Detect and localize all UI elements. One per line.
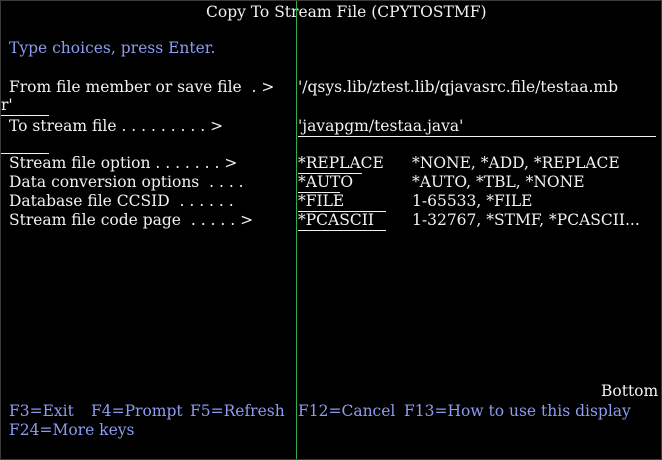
instruction-text: Type choices, press Enter. <box>9 39 216 57</box>
data-conversion-input[interactable]: *AUTO <box>298 173 353 193</box>
database-ccsid-choices: 1-65533, *FILE <box>412 192 533 210</box>
data-conversion-choices: *AUTO, *TBL, *NONE <box>412 173 585 191</box>
cursor-column-line <box>296 1 297 459</box>
fkey-f4-prompt[interactable]: F4=Prompt <box>91 402 183 421</box>
stream-file-option-input[interactable]: *REPLACE <box>298 154 384 174</box>
code-page-input[interactable]: *PCASCII <box>298 211 386 231</box>
from-file-underline <box>1 96 49 116</box>
field-label-code-page: Stream file code page . . . . . > <box>9 211 254 229</box>
fkey-f12-cancel[interactable]: F12=Cancel <box>298 402 395 421</box>
to-stream-file-underline-wrap <box>1 134 49 154</box>
to-stream-file-underline <box>298 117 656 137</box>
field-label-data-conversion: Data conversion options . . . . <box>9 173 244 191</box>
more-indicator-bottom: Bottom <box>601 382 659 400</box>
field-label-stream-file-option: Stream file option . . . . . . . > <box>9 154 238 172</box>
fkey-f13-help[interactable]: F13=How to use this display <box>404 402 631 421</box>
field-label-database-ccsid: Database file CCSID . . . . . . <box>9 192 234 210</box>
database-ccsid-input[interactable]: *FILE <box>298 192 386 212</box>
fkey-f24-more-keys[interactable]: F24=More keys <box>9 421 134 440</box>
terminal-screen: Copy To Stream File (CPYTOSTMF) Type cho… <box>0 0 662 460</box>
from-file-input[interactable]: '/qsys.lib/ztest.lib/qjavasrc.file/testa… <box>298 78 618 97</box>
stream-file-option-choices: *NONE, *ADD, *REPLACE <box>412 154 620 172</box>
code-page-choices: 1-32767, *STMF, *PCASCII... <box>412 211 640 229</box>
fkey-f3-exit[interactable]: F3=Exit <box>9 402 74 421</box>
screen-title: Copy To Stream File (CPYTOSTMF) <box>206 3 487 21</box>
field-label-from-file: From file member or save file . > <box>9 78 275 96</box>
fkey-f5-refresh[interactable]: F5=Refresh <box>190 402 285 421</box>
